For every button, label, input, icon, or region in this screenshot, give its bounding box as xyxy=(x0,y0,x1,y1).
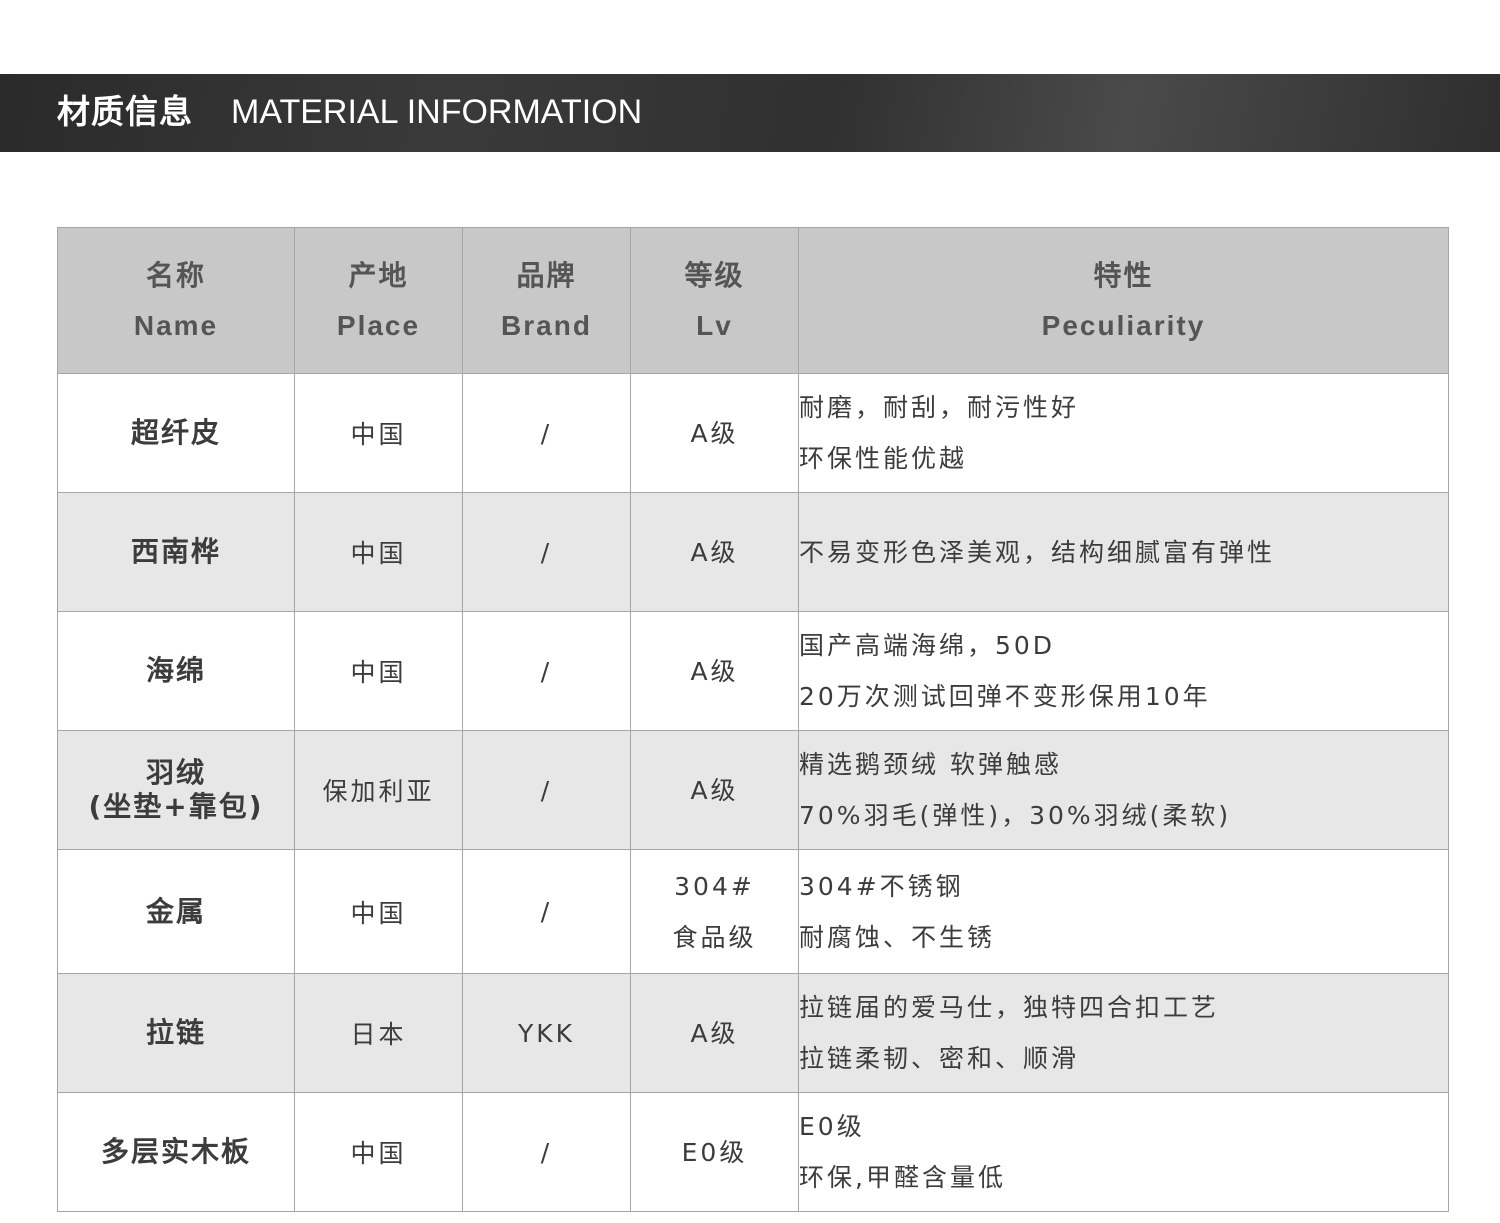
column-header-level: 等级 Lv xyxy=(630,227,799,374)
table-row: 西南桦 中国 / A级 不易变形色泽美观，结构细腻富有弹性 xyxy=(57,492,1449,612)
section-title: 材质信息 MATERIAL INFORMATION xyxy=(57,74,642,152)
material-brand: YKK xyxy=(462,973,631,1093)
material-brand: / xyxy=(462,849,631,974)
material-level: A级 xyxy=(630,973,799,1093)
material-table: 名称 Name 产地 Place 品牌 Brand 等级 Lv 特性 Peculiarit… xyxy=(57,227,1449,1212)
table-row: 海绵 中国 / A级 国产高端海绵，50D 20万次测试回弹不变形保用10年 xyxy=(57,611,1449,731)
material-features: 拉链届的爱马仕，独特四合扣工艺 拉链柔韧、密和、顺滑 xyxy=(798,973,1449,1093)
material-place: 中国 xyxy=(294,373,463,493)
material-features: 不易变形色泽美观，结构细腻富有弹性 xyxy=(798,492,1449,612)
table-row: 羽绒 (坐垫+靠包) 保加利亚 / A级 精选鹅颈绒 软弹触感 70%羽毛(弹性)，… xyxy=(57,730,1449,850)
section-title-en: MATERIAL INFORMATION xyxy=(231,93,643,131)
material-name: 西南桦 xyxy=(57,492,295,612)
column-header-place: 产地 Place xyxy=(294,227,463,374)
material-features: E0级 环保,甲醛含量低 xyxy=(798,1092,1449,1212)
material-place: 保加利亚 xyxy=(294,730,463,850)
table-row: 拉链 日本 YKK A级 拉链届的爱马仕，独特四合扣工艺 拉链柔韧、密和、顺滑 xyxy=(57,973,1449,1093)
material-level: A级 xyxy=(630,373,799,493)
material-brand: / xyxy=(462,730,631,850)
material-place: 中国 xyxy=(294,1092,463,1212)
material-place: 中国 xyxy=(294,611,463,731)
material-name: 多层实木板 xyxy=(57,1092,295,1212)
material-level: A级 xyxy=(630,611,799,731)
material-place: 日本 xyxy=(294,973,463,1093)
material-brand: / xyxy=(462,1092,631,1212)
material-level: E0级 xyxy=(630,1092,799,1212)
material-features: 304#不锈钢 耐腐蚀、不生锈 xyxy=(798,849,1449,974)
column-header-peculiarity: 特性 Peculiarity xyxy=(798,227,1449,374)
material-name: 海绵 xyxy=(57,611,295,731)
column-header-name: 名称 Name xyxy=(57,227,295,374)
material-brand: / xyxy=(462,373,631,493)
material-level: 304# 食品级 xyxy=(630,849,799,974)
material-name: 金属 xyxy=(57,849,295,974)
table-row: 超纤皮 中国 / A级 耐磨，耐刮，耐污性好 环保性能优越 xyxy=(57,373,1449,493)
material-place: 中国 xyxy=(294,849,463,974)
material-brand: / xyxy=(462,611,631,731)
material-level: A级 xyxy=(630,492,799,612)
material-level: A级 xyxy=(630,730,799,850)
material-features: 国产高端海绵，50D 20万次测试回弹不变形保用10年 xyxy=(798,611,1449,731)
material-name: 超纤皮 xyxy=(57,373,295,493)
material-name: 羽绒 (坐垫+靠包) xyxy=(57,730,295,850)
material-brand: / xyxy=(462,492,631,612)
section-header-banner: 材质信息 MATERIAL INFORMATION xyxy=(0,74,1500,152)
material-features: 耐磨，耐刮，耐污性好 环保性能优越 xyxy=(798,373,1449,493)
material-features: 精选鹅颈绒 软弹触感 70%羽毛(弹性)，30%羽绒(柔软) xyxy=(798,730,1449,850)
material-name: 拉链 xyxy=(57,973,295,1093)
material-place: 中国 xyxy=(294,492,463,612)
table-header-row: 名称 Name 产地 Place 品牌 Brand 等级 Lv 特性 Peculiarit… xyxy=(57,227,1449,374)
section-title-cn: 材质信息 xyxy=(57,92,193,131)
column-header-brand: 品牌 Brand xyxy=(462,227,631,374)
table-row: 多层实木板 中国 / E0级 E0级 环保,甲醛含量低 xyxy=(57,1092,1449,1212)
table-row: 金属 中国 / 304# 食品级 304#不锈钢 耐腐蚀、不生锈 xyxy=(57,849,1449,974)
